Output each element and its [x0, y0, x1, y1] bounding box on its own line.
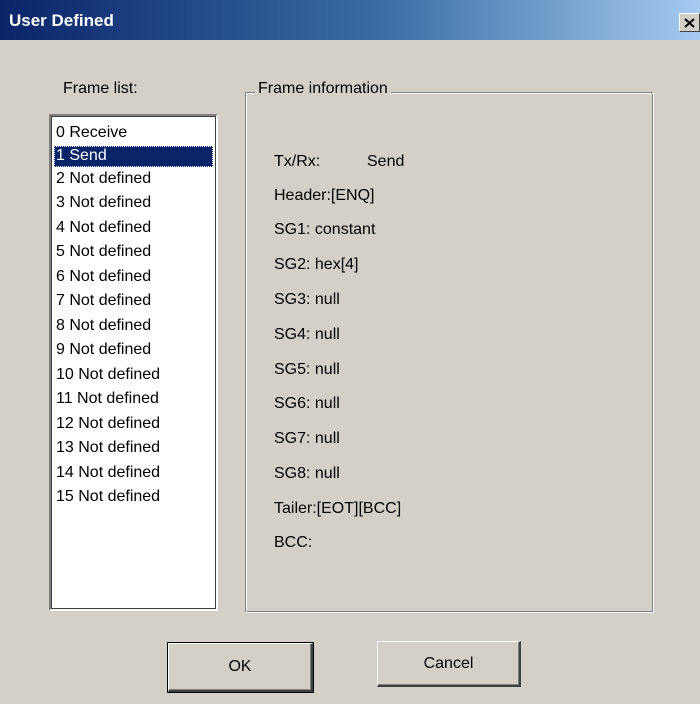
txrx-label: Tx/Rx:: [274, 153, 321, 170]
sg4-value: SG4: null: [274, 326, 340, 343]
frame-list-item[interactable]: 5 Not defined: [54, 240, 213, 265]
sg1-value: SG1: constant: [274, 221, 376, 238]
bcc-value: BCC:: [274, 534, 313, 551]
frame-list-item[interactable]: 9 Not defined: [54, 338, 213, 363]
sg6-value: SG6: null: [274, 395, 340, 412]
sg3-value: SG3: null: [274, 291, 340, 308]
sg7-value: SG7: null: [274, 430, 340, 447]
cancel-button-label: Cancel: [423, 654, 474, 672]
close-icon: [684, 17, 695, 28]
frame-list-item[interactable]: 4 Not defined: [54, 216, 213, 241]
frame-list-item[interactable]: 7 Not defined: [54, 289, 213, 314]
frame-list-item[interactable]: 12 Not defined: [54, 412, 213, 437]
header-value: Header:[ENQ]: [274, 187, 375, 204]
sg8-value: SG8: null: [274, 465, 340, 482]
frame-information-legend: Frame information: [255, 80, 391, 98]
frame-list-item[interactable]: 10 Not defined: [54, 363, 213, 388]
frame-listbox[interactable]: 0 Receive 1 Send 2 Not defined 3 Not define…: [49, 114, 218, 611]
sg5-value: SG5: null: [274, 361, 340, 378]
frame-list-item[interactable]: 1 Send: [54, 145, 213, 167]
frame-list-item[interactable]: 8 Not defined: [54, 314, 213, 339]
txrx-value: Send: [367, 153, 405, 170]
frame-list-item[interactable]: 15 Not defined: [54, 485, 213, 510]
frame-list-item[interactable]: 2 Not defined: [54, 167, 213, 192]
frame-list-label: Frame list:: [63, 80, 138, 97]
cancel-button[interactable]: Cancel: [377, 641, 521, 687]
tailer-value: Tailer:[EOT][BCC]: [274, 500, 402, 517]
frame-list-item[interactable]: 6 Not defined: [54, 265, 213, 290]
close-button[interactable]: [679, 13, 700, 32]
frame-list-item[interactable]: 11 Not defined: [54, 387, 213, 412]
ok-button-label: OK: [228, 658, 252, 675]
frame-list-item[interactable]: 0 Receive: [54, 121, 213, 146]
sg2-value: SG2: hex[4]: [274, 256, 359, 273]
frame-list-item[interactable]: 3 Not defined: [54, 191, 213, 216]
frame-list-items: 0 Receive 1 Send 2 Not defined 3 Not define…: [54, 121, 213, 510]
title-bar: User Defined: [0, 0, 700, 40]
frame-list-item[interactable]: 13 Not defined: [54, 436, 213, 461]
window-title: User Defined: [9, 11, 114, 30]
ok-button[interactable]: OK: [167, 642, 314, 693]
frame-list-item[interactable]: 14 Not defined: [54, 461, 213, 486]
